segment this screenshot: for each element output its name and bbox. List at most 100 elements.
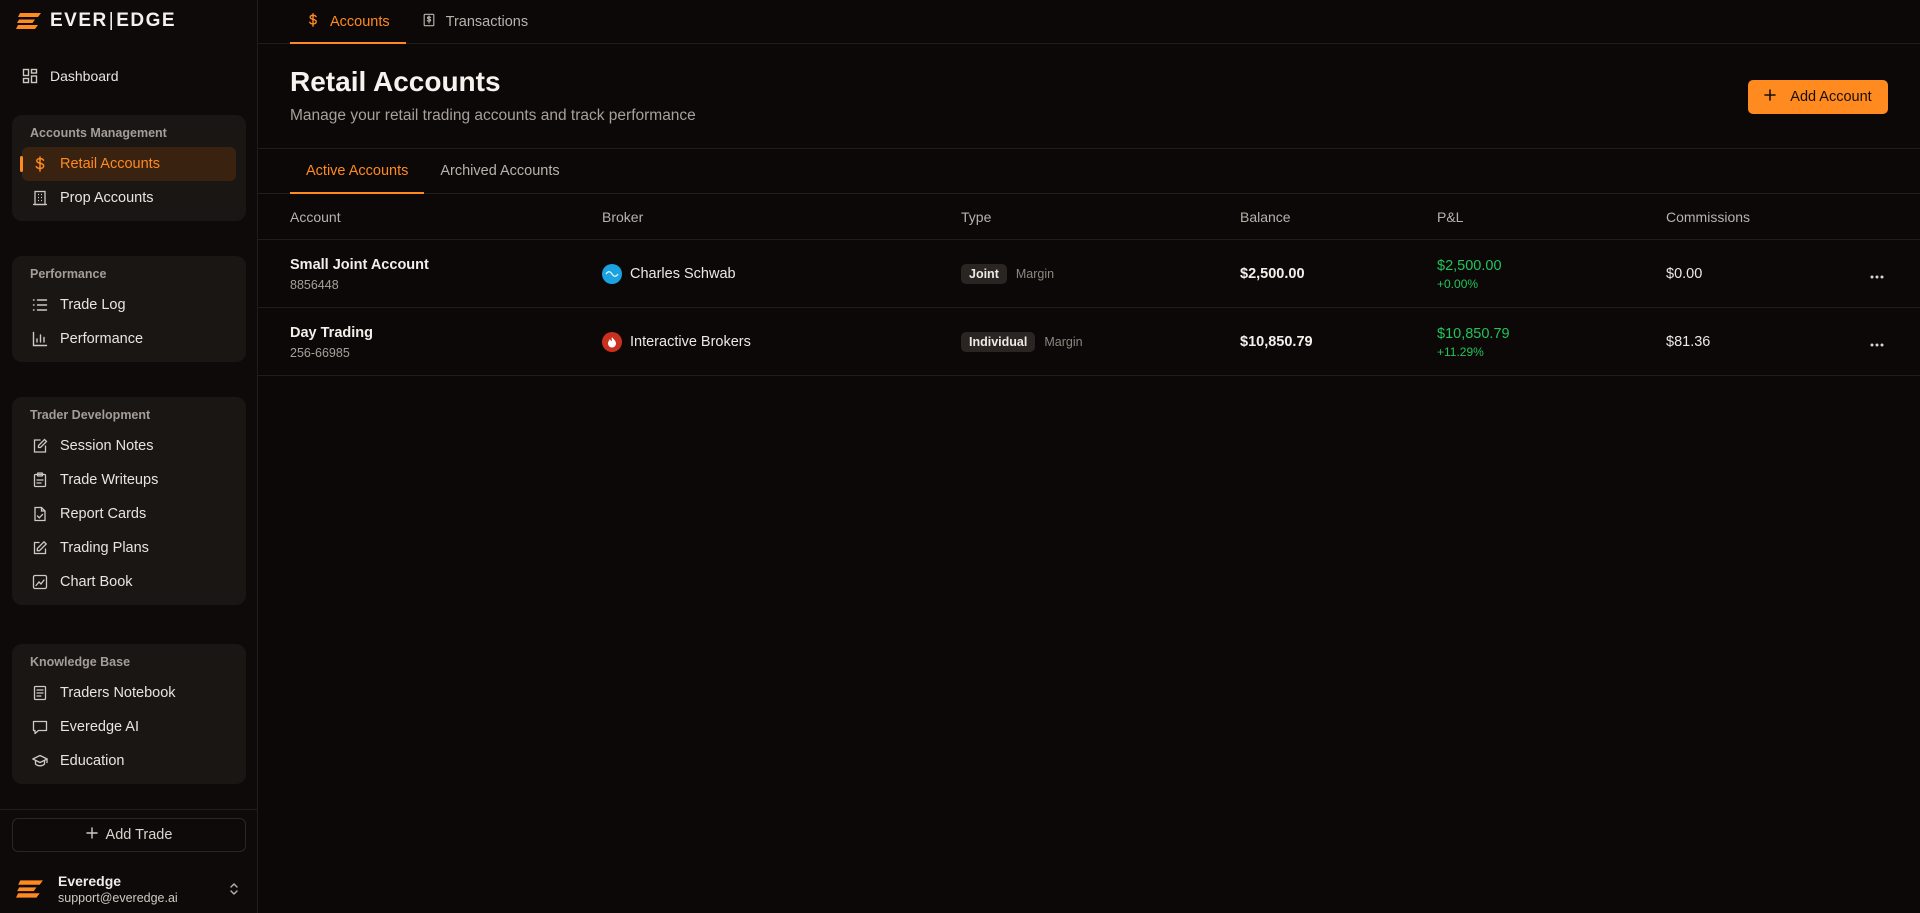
sidebar-item-traders-notebook[interactable]: Traders Notebook bbox=[22, 676, 236, 710]
sidebar-item-trading-plans[interactable]: Trading Plans bbox=[22, 531, 236, 565]
column-header-broker[interactable]: Broker bbox=[602, 209, 643, 225]
add-trade-label: Add Trade bbox=[105, 827, 173, 843]
nav-group-performance: Performance Trade Log Performance bbox=[12, 256, 246, 362]
tab-label: Transactions bbox=[445, 13, 529, 30]
dollar-icon bbox=[306, 12, 320, 31]
sidebar-item-everedge-ai[interactable]: Everedge AI bbox=[22, 710, 236, 744]
accounts-table: Account Broker Type Balance P&L Commissi… bbox=[258, 194, 1920, 376]
more-options-icon[interactable] bbox=[1870, 334, 1884, 352]
page-header: Retail Accounts Manage your retail tradi… bbox=[258, 44, 1920, 149]
pencil-square-icon bbox=[32, 540, 48, 556]
sidebar-item-label: Performance bbox=[60, 331, 144, 347]
chart-image-icon bbox=[32, 574, 48, 590]
notebook-icon bbox=[32, 685, 48, 701]
account-type-badge: Individual bbox=[961, 332, 1036, 352]
column-header-account[interactable]: Account bbox=[290, 209, 341, 225]
charles-schwab-logo-icon bbox=[602, 264, 622, 284]
account-cell: Day Trading 256-66985 bbox=[290, 325, 373, 360]
brand-wordmark: EVER|EDGE bbox=[50, 10, 177, 31]
tab-accounts[interactable]: Accounts bbox=[290, 0, 406, 44]
dollar-icon bbox=[32, 156, 48, 172]
add-trade-button[interactable]: Add Trade bbox=[12, 818, 246, 852]
sidebar-item-retail-accounts[interactable]: Retail Accounts bbox=[20, 147, 236, 181]
sidebar-divider bbox=[0, 809, 258, 810]
plus-icon bbox=[1764, 89, 1777, 105]
page-title: Retail Accounts bbox=[290, 66, 501, 97]
sidebar-item-label: Report Cards bbox=[60, 506, 147, 522]
column-header-pnl[interactable]: P&L bbox=[1437, 209, 1463, 225]
note-edit-icon bbox=[32, 438, 48, 454]
tab-active-accounts[interactable]: Active Accounts bbox=[290, 149, 425, 194]
commissions-value: $0.00 bbox=[1666, 266, 1703, 282]
sidebar-item-label: Trade Log bbox=[60, 297, 126, 313]
pnl-cell: $10,850.79 +11.29% bbox=[1437, 326, 1510, 359]
column-header-type[interactable]: Type bbox=[961, 209, 991, 225]
balance-value: $2,500.00 bbox=[1240, 266, 1305, 282]
top-tabs: Accounts Transactions bbox=[258, 0, 1920, 44]
sidebar-item-label: Trade Writeups bbox=[60, 472, 159, 488]
chevron-up-down-icon[interactable] bbox=[228, 881, 240, 902]
account-margin-type: Margin bbox=[1015, 267, 1055, 281]
table-row[interactable]: Small Joint Account 8856448 Charles Schw… bbox=[258, 240, 1920, 308]
type-cell: Individual Margin bbox=[961, 332, 1083, 352]
column-header-balance[interactable]: Balance bbox=[1240, 209, 1291, 225]
page-subtitle: Manage your retail trading accounts and … bbox=[290, 107, 696, 124]
nav-group-title: Trader Development bbox=[30, 408, 151, 422]
sidebar-item-label: Trading Plans bbox=[60, 540, 149, 556]
sidebar-item-performance[interactable]: Performance bbox=[22, 322, 236, 356]
sidebar-item-label: Dashboard bbox=[50, 68, 119, 84]
nav-group-trader-development: Trader Development Session Notes Trade W… bbox=[12, 397, 246, 605]
everedge-logo-icon bbox=[16, 13, 41, 29]
tab-label: Accounts bbox=[330, 13, 390, 30]
sidebar-item-session-notes[interactable]: Session Notes bbox=[22, 429, 236, 463]
user-name: Everedge bbox=[58, 873, 122, 889]
pnl-percent: +0.00% bbox=[1437, 277, 1479, 291]
sidebar-item-dashboard[interactable]: Dashboard bbox=[12, 62, 246, 90]
pnl-percent: +11.29% bbox=[1437, 345, 1484, 359]
sidebar-item-label: Everedge AI bbox=[60, 719, 139, 735]
plus-icon bbox=[85, 827, 98, 843]
sidebar-item-chart-book[interactable]: Chart Book bbox=[22, 565, 236, 599]
sidebar-item-education[interactable]: Education bbox=[22, 744, 236, 778]
column-header-commissions[interactable]: Commissions bbox=[1666, 209, 1750, 225]
nav-group-accounts-management: Accounts Management Retail Accounts Prop… bbox=[12, 115, 246, 221]
sidebar-item-report-cards[interactable]: Report Cards bbox=[22, 497, 236, 531]
broker-name: Charles Schwab bbox=[630, 266, 736, 282]
account-number: 8856448 bbox=[290, 278, 339, 292]
more-options-icon[interactable] bbox=[1870, 266, 1884, 284]
tab-archived-accounts[interactable]: Archived Accounts bbox=[424, 149, 575, 193]
bank-icon bbox=[32, 190, 48, 206]
add-account-button[interactable]: Add Account bbox=[1748, 80, 1888, 114]
sidebar-item-label: Chart Book bbox=[60, 574, 133, 590]
account-cell: Small Joint Account 8856448 bbox=[290, 257, 429, 292]
account-margin-type: Margin bbox=[1044, 335, 1083, 349]
bar-chart-icon bbox=[32, 331, 48, 347]
brand-logo[interactable]: EVER|EDGE bbox=[16, 10, 177, 31]
table-row[interactable]: Day Trading 256-66985 Interactive Broker… bbox=[258, 308, 1920, 376]
list-icon bbox=[32, 297, 48, 313]
app-window: EVER|EDGE Dashboard Accounts Management … bbox=[0, 0, 1920, 913]
sidebar: EVER|EDGE Dashboard Accounts Management … bbox=[0, 0, 258, 913]
pnl-value: $2,500.00 bbox=[1437, 258, 1502, 274]
pnl-cell: $2,500.00 +0.00% bbox=[1437, 258, 1502, 291]
user-profile[interactable]: Everedge support@everedge.ai bbox=[16, 872, 246, 906]
broker-cell: Interactive Brokers bbox=[602, 332, 751, 352]
account-name: Day Trading bbox=[290, 325, 373, 341]
type-cell: Joint Margin bbox=[961, 264, 1054, 284]
nav-group-title: Performance bbox=[30, 267, 107, 281]
account-name: Small Joint Account bbox=[290, 257, 429, 273]
balance-value: $10,850.79 bbox=[1240, 334, 1313, 350]
clipboard-icon bbox=[32, 472, 48, 488]
sidebar-item-label: Session Notes bbox=[60, 438, 154, 454]
account-number: 256-66985 bbox=[290, 346, 350, 360]
nav-group-title: Accounts Management bbox=[30, 126, 167, 140]
sidebar-item-prop-accounts[interactable]: Prop Accounts bbox=[22, 181, 236, 215]
sidebar-item-trade-writeups[interactable]: Trade Writeups bbox=[22, 463, 236, 497]
sidebar-item-label: Education bbox=[60, 753, 125, 769]
broker-cell: Charles Schwab bbox=[602, 264, 736, 284]
sidebar-item-label: Retail Accounts bbox=[60, 156, 160, 172]
main-content: Accounts Transactions Retail Accounts Ma… bbox=[258, 0, 1920, 913]
sidebar-item-trade-log[interactable]: Trade Log bbox=[22, 288, 236, 322]
nav-group-knowledge-base: Knowledge Base Traders Notebook Everedge… bbox=[12, 644, 246, 784]
tab-transactions[interactable]: Transactions bbox=[406, 0, 544, 43]
